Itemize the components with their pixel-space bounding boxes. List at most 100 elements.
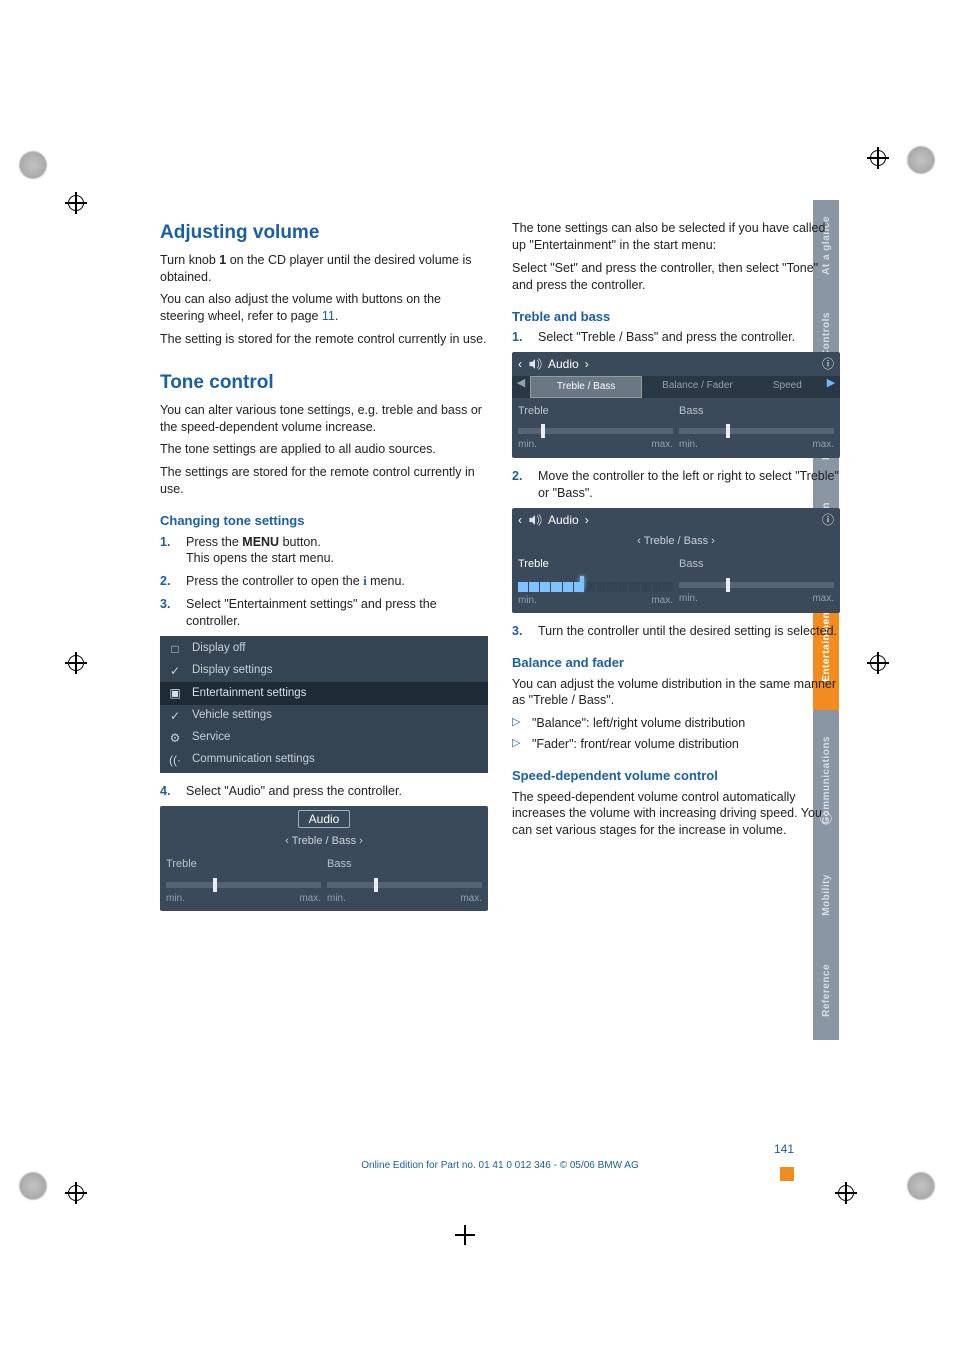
printer-mark [18,150,48,180]
heading-adjusting-volume: Adjusting volume [160,220,488,246]
slider-label: Bass [679,404,834,419]
body-text: The setting is stored for the remote con… [160,331,488,348]
right-column: The tone settings can also be selected i… [512,220,840,1120]
printer-mark [906,1171,936,1201]
menu-row-label: Service [192,730,230,746]
tab-balance-fader: Balance / Fader [642,376,752,398]
printer-mark [18,1171,48,1201]
body-text: The tone settings can also be selected i… [512,220,840,254]
footer-line: Online Edition for Part no. 01 41 0 012 … [160,1160,840,1171]
heading-treble-bass: Treble and bass [512,308,840,326]
body-text: The speed-dependent volume control autom… [512,789,840,840]
registration-mark [455,1225,475,1245]
body-text: You can alter various tone settings, e.g… [160,402,488,436]
slider-label: Treble [518,404,673,419]
menu-row-label: Communication settings [192,752,315,768]
heading-balance-fader: Balance and fader [512,654,840,672]
scroll-left-icon: ◀ [512,376,530,398]
min-label: min. [518,594,537,608]
text: Press the controller to open the [186,574,363,588]
text: Turn knob [160,253,219,267]
steps-cont: Turn the controller until the desired se… [512,623,840,640]
page-content: Adjusting volume Turn knob 1 on the CD p… [160,220,840,1120]
menu-row: ((·Communication settings [160,749,488,771]
title-text: Audio [548,356,579,372]
sliders: Treble min.max. Bass min.max. [160,851,488,911]
sliders: Treble min.max. Bass min.max. [512,551,840,613]
page-number: 141 [774,1142,794,1156]
slider-range: min.max. [679,438,834,452]
registration-mark [68,195,84,211]
screenshot-title: ‹ Audio › ⓘ [512,508,840,532]
slider-range: min. max. [518,594,673,608]
left-arrow-icon: ‹ [518,512,522,528]
screenshot-audio: Audio ⓘ ‹ Treble / Bass › Treble min.max… [160,806,488,911]
text: . [335,309,338,323]
audio-title-pill: Audio [298,810,351,828]
info-icon: ⓘ [822,356,834,372]
max-label: max. [651,438,673,452]
menu-row-label: Vehicle settings [192,708,272,724]
left-column: Adjusting volume Turn knob 1 on the CD p… [160,220,488,1120]
registration-mark [68,655,84,671]
heading-speed-volume: Speed-dependent volume control [512,767,840,785]
max-label: max. [460,892,482,906]
menu-row: ▣Entertainment settings [160,682,488,704]
min-label: min. [679,438,698,452]
registration-mark [68,1185,84,1201]
right-arrow-icon: › [585,512,589,528]
menu-row: ✓ Display settings [160,660,488,682]
menu-row-label: Display off [192,641,245,657]
bass-slider: Bass min. max. [679,557,834,607]
step: Select "Treble / Bass" and press the con… [512,329,840,346]
min-label: min. [327,892,346,906]
menu-row-label: Display settings [192,663,273,679]
audio-icon [528,514,542,526]
slider-range: min. max. [679,592,834,606]
menu-row-icon: □ [166,641,184,657]
slider-ticks [518,582,673,592]
menu-row-icon: ✓ [166,663,184,679]
registration-mark [870,150,886,166]
max-label: max. [812,592,834,606]
page-ref[interactable]: 11 [322,309,335,323]
bullet: "Fader": front/rear volume distribution [512,736,840,753]
treble-slider: Treble min.max. [166,857,321,905]
slider-track [327,882,482,888]
bass-slider: Bass min. max. [327,857,482,905]
step: Move the controller to the left or right… [512,468,840,502]
slider-label: Treble [166,857,321,872]
slider-track [679,582,834,588]
body-text: You can also adjust the volume with butt… [160,291,488,325]
step: Select "Audio" and press the controller. [160,783,488,800]
slider-label: Bass [679,557,834,572]
body-text: The tone settings are applied to all aud… [160,441,488,458]
slider-range: min.max. [166,892,321,906]
steps: Select "Treble / Bass" and press the con… [512,329,840,346]
min-label: min. [679,592,698,606]
slider-track [679,428,834,434]
slider-thumb [726,578,730,592]
menu-button-label: MENU [242,535,279,549]
body-text: You can adjust the volume distribution i… [512,676,840,710]
body-text: The settings are stored for the remote c… [160,464,488,498]
menu-row: ⚙Service [160,727,488,749]
audio-icon [528,358,542,370]
slider-thumb [726,424,730,438]
bullet: "Balance": left/right volume distributio… [512,715,840,732]
max-label: max. [651,594,673,608]
steps-cont: Select "Audio" and press the controller. [160,783,488,800]
slider-track [166,882,321,888]
slider-label: Bass [327,857,482,872]
bullet-list: "Balance": left/right volume distributio… [512,715,840,753]
slider-thumb [541,424,545,438]
heading-changing-tone: Changing tone settings [160,512,488,530]
title-text: Audio [548,512,579,528]
min-label: min. [518,438,537,452]
tab-row: ◀ Treble / Bass Balance / Fader Speed ▶ [512,376,840,398]
text: This opens the start menu. [186,551,334,565]
registration-mark [838,1185,854,1201]
text: button. [279,535,321,549]
treble-slider-active: Treble min.max. [518,557,673,607]
section-marker [780,1167,794,1181]
